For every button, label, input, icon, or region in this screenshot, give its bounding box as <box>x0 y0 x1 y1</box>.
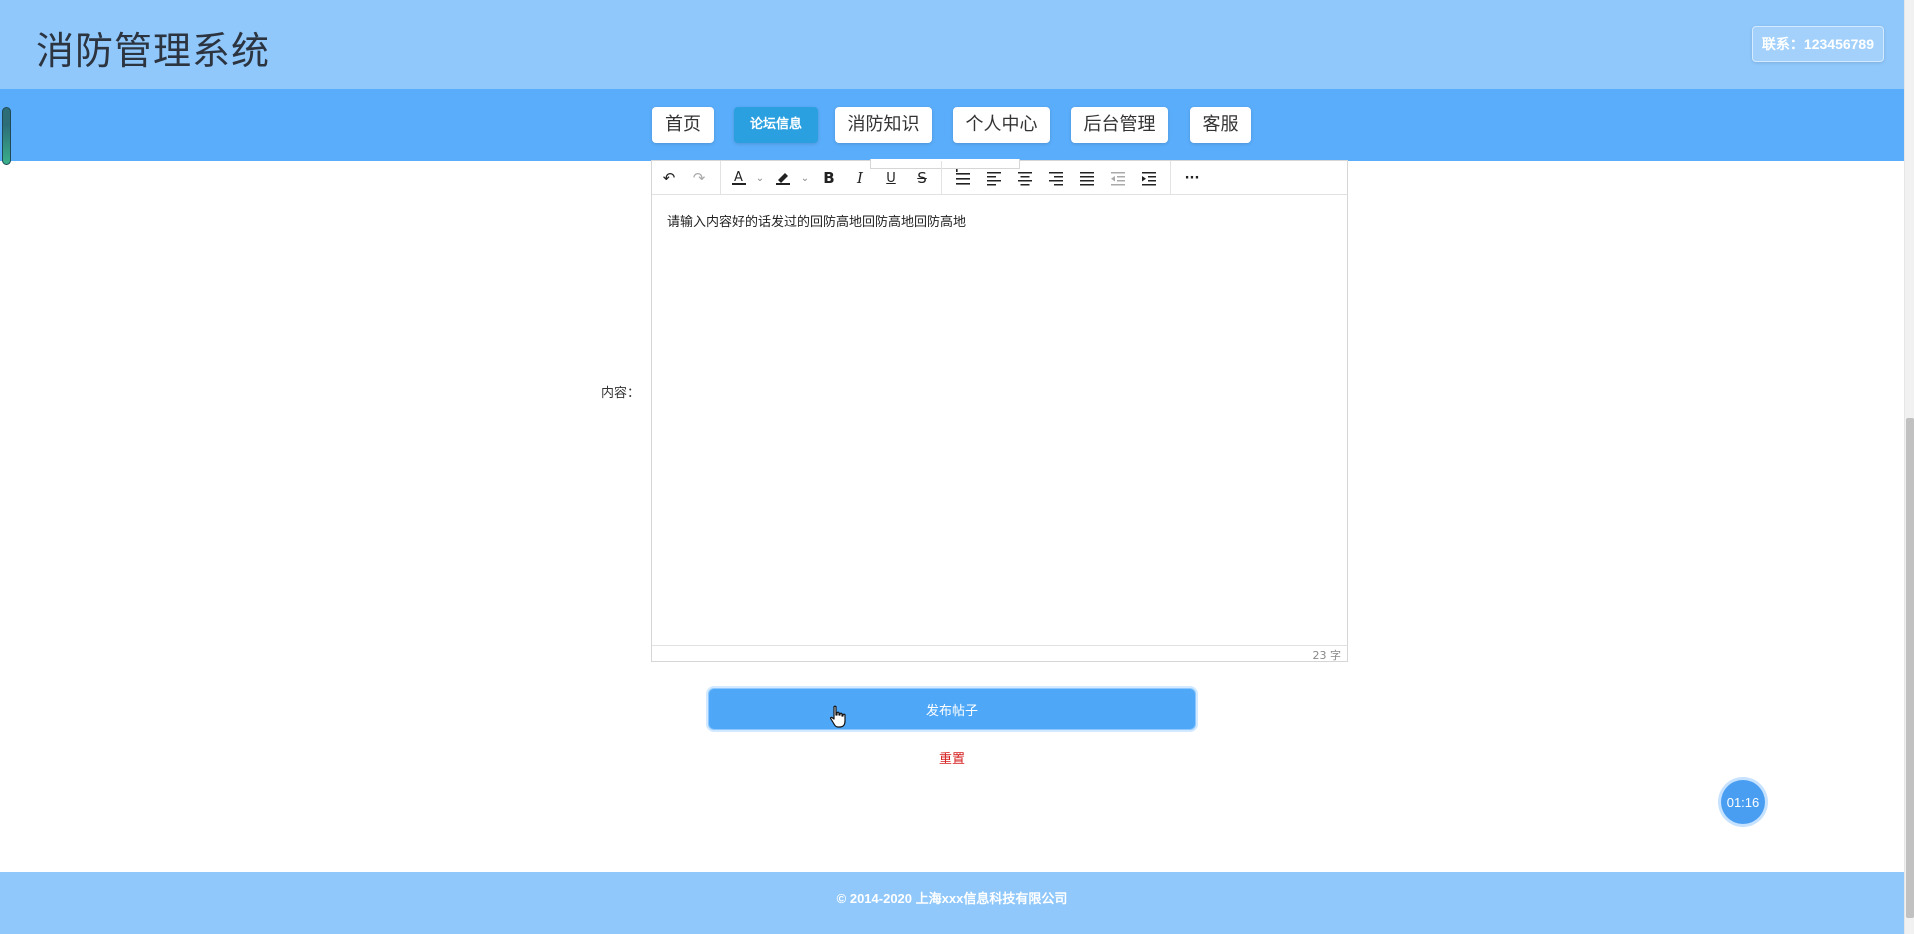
nav-item-personal-center[interactable]: 个人中心 <box>953 107 1050 143</box>
bold-icon[interactable]: B <box>816 166 842 190</box>
italic-icon[interactable]: I <box>847 166 873 190</box>
editor-content[interactable]: 请输入内容好的话发过的回防高地回防高地回防高地 <box>667 211 966 230</box>
site-footer: © 2014-2020 上海xxx信息科技有限公司 <box>0 872 1904 934</box>
font-color-glyph: A <box>732 170 746 185</box>
align-center-glyph <box>1018 172 1032 186</box>
redo-icon[interactable]: ↷ <box>686 166 712 190</box>
line-height-icon[interactable] <box>950 166 976 190</box>
site-header: 消防管理系统 联系：123456789 <box>0 0 1904 89</box>
editor-status-bar: 23 字 <box>652 645 1347 662</box>
align-justify-icon[interactable] <box>1074 166 1100 190</box>
align-left-icon[interactable] <box>981 166 1007 190</box>
indent-glyph <box>1142 172 1156 186</box>
outdent-glyph <box>1111 172 1125 186</box>
align-left-glyph <box>987 172 1001 186</box>
nav-item-customer-service[interactable]: 客服 <box>1190 107 1251 143</box>
outdent-icon[interactable] <box>1105 166 1131 190</box>
svg-text:A: A <box>734 170 743 185</box>
editor-toolbar: ↶ ↷ A ⌄ ⌄ B I U S ··· <box>652 159 1347 195</box>
toolbar-divider <box>1170 161 1171 195</box>
nav-item-fire-knowledge[interactable]: 消防知识 <box>835 107 932 143</box>
left-scroll-handle[interactable] <box>2 107 11 165</box>
line-height-glyph <box>956 169 970 185</box>
toolbar-divider <box>720 161 721 195</box>
indent-icon[interactable] <box>1136 166 1162 190</box>
nav-item-home[interactable]: 首页 <box>652 107 714 143</box>
scrollbar-thumb[interactable] <box>1906 418 1914 918</box>
main-nav: 首页 论坛信息 消防知识 个人中心 后台管理 客服 <box>0 89 1904 161</box>
page-scrollbar[interactable] <box>1904 0 1914 934</box>
hand-cursor-icon <box>829 705 846 728</box>
contact-badge: 联系：123456789 <box>1751 26 1884 62</box>
word-count: 23 字 <box>1312 649 1342 662</box>
highlight-glyph <box>776 173 790 185</box>
chevron-down-icon[interactable]: ⌄ <box>799 166 811 190</box>
timer-badge[interactable]: 01:16 <box>1721 780 1765 824</box>
align-right-icon[interactable] <box>1043 166 1069 190</box>
more-icon[interactable]: ··· <box>1179 166 1205 190</box>
undo-icon[interactable]: ↶ <box>656 166 682 190</box>
site-title: 消防管理系统 <box>36 29 271 73</box>
align-center-icon[interactable] <box>1012 166 1038 190</box>
submit-post-button[interactable]: 发布帖子 <box>708 688 1196 730</box>
nav-item-admin[interactable]: 后台管理 <box>1071 107 1168 143</box>
chevron-down-icon[interactable]: ⌄ <box>754 166 766 190</box>
underline-icon[interactable]: U <box>878 166 904 190</box>
rich-text-editor: ↶ ↷ A ⌄ ⌄ B I U S ··· 请输入内容好的话发过的回防高地回防高… <box>651 159 1348 662</box>
copyright-text: © 2014-2020 上海xxx信息科技有限公司 <box>836 891 1068 906</box>
highlight-icon[interactable] <box>770 166 796 190</box>
content-label: 内容： <box>601 386 641 401</box>
nav-item-forum[interactable]: 论坛信息 <box>734 107 818 143</box>
reset-button[interactable]: 重置 <box>939 748 965 767</box>
strikethrough-icon[interactable]: S <box>909 166 935 190</box>
font-color-icon[interactable]: A <box>726 166 752 190</box>
align-justify-glyph <box>1080 172 1094 186</box>
toolbar-divider <box>941 161 942 195</box>
align-right-glyph <box>1049 172 1063 186</box>
